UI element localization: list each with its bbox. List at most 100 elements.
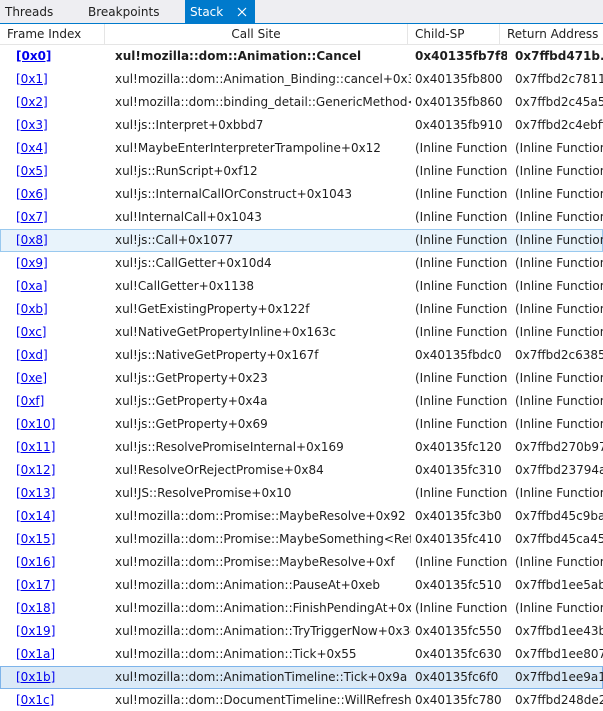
stack-frame-row[interactable]: [0x18] xul!mozilla::dom::Animation::Finis… <box>0 597 603 620</box>
frame-index-link[interactable]: [0x3] <box>16 115 106 136</box>
tab-threads-label: Threads <box>5 5 54 19</box>
stack-frame-row[interactable]: [0x7] xul!InternalCall+0x1043 (Inline Func… <box>0 206 603 229</box>
return-address: 0x7ffbd2c4ebff <box>515 118 603 132</box>
return-address: (Inline Function) <box>515 394 603 408</box>
stack-frame-row[interactable]: [0x1a] xul!mozilla::dom::Animation::Tick+… <box>0 643 603 666</box>
call-site: xul!mozilla::dom::AnimationTimeline::Tic… <box>115 670 408 684</box>
call-site: xul!mozilla::dom::Promise::MaybeSomethin… <box>115 532 411 546</box>
stack-frame-row[interactable]: [0xb] xul!GetExistingProperty+0x122f (Inli… <box>0 298 603 321</box>
call-site: xul!js::Call+0x1077 <box>115 233 234 247</box>
stack-frame-row[interactable]: [0x6] xul!js::InternalCallOrConstruct+0x1… <box>0 183 603 206</box>
stack-frame-row[interactable]: [0x17] xul!mozilla::dom::Animation::Pause… <box>0 574 603 597</box>
return-address: (Inline Function) <box>515 417 603 431</box>
child-sp: 0x40135fb7f8 <box>415 49 507 63</box>
stack-frame-row[interactable]: [0x4] xul!MaybeEnterInterpreterTrampoline… <box>0 137 603 160</box>
child-sp: (Inline Function) <box>415 279 507 293</box>
return-address: (Inline Function) <box>515 141 603 155</box>
stack-frame-row[interactable]: [0x0] xul!mozilla::dom::Animation::Cancel… <box>0 45 603 68</box>
return-address: 0x7ffbd1ee9a18 <box>515 670 603 684</box>
return-address: (Inline Function) <box>515 187 603 201</box>
stack-frame-row[interactable]: [0x8] xul!js::Call+0x1077 (Inline Function… <box>0 229 603 252</box>
frame-index-link[interactable]: [0x16] <box>16 552 106 573</box>
call-site: xul!mozilla::dom::Animation::Tick+0x55 <box>115 647 357 661</box>
frame-index-link[interactable]: [0x18] <box>16 598 106 619</box>
column-header-frame-index[interactable]: Frame Index <box>0 24 105 45</box>
frame-index-link[interactable]: [0x0] <box>16 46 106 67</box>
frame-index-link[interactable]: [0xc] <box>16 322 106 343</box>
child-sp: (Inline Function) <box>415 371 507 385</box>
frame-index-link[interactable]: [0x15] <box>16 529 106 550</box>
child-sp: 0x40135fbdc0 <box>415 348 502 362</box>
stack-frame-row[interactable]: [0x1b] xul!mozilla::dom::AnimationTimelin… <box>0 666 603 689</box>
child-sp: 0x40135fc3b0 <box>415 509 502 523</box>
child-sp: (Inline Function) <box>415 233 507 247</box>
stack-frame-row[interactable]: [0x15] xul!mozilla::dom::Promise::MaybeSo… <box>0 528 603 551</box>
call-site: xul!js::GetProperty+0x23 <box>115 371 268 385</box>
stack-frame-row[interactable]: [0xf] xul!js::GetProperty+0x4a (Inline Fun… <box>0 390 603 413</box>
stack-frame-row[interactable]: [0x9] xul!js::CallGetter+0x10d4 (Inline Fu… <box>0 252 603 275</box>
column-header-child-sp[interactable]: Child-SP <box>408 24 500 45</box>
tab-stack[interactable]: Stack <box>185 0 255 24</box>
frame-index-link[interactable]: [0x4] <box>16 138 106 159</box>
frame-index-link[interactable]: [0x9] <box>16 253 106 274</box>
frame-index-link[interactable]: [0x2] <box>16 92 106 113</box>
frame-index-link[interactable]: [0x5] <box>16 161 106 182</box>
frame-index-link[interactable]: [0x7] <box>16 207 106 228</box>
stack-frame-row[interactable]: [0x1] xul!mozilla::dom::Animation_Binding… <box>0 68 603 91</box>
tab-threads[interactable]: Threads <box>0 0 80 24</box>
frame-index-link[interactable]: [0xe] <box>16 368 106 389</box>
child-sp: (Inline Function) <box>415 417 507 431</box>
stack-frame-row[interactable]: [0x12] xul!ResolveOrRejectPromise+0x84 0x4… <box>0 459 603 482</box>
child-sp: 0x40135fc410 <box>415 532 502 546</box>
stack-frame-row[interactable]: [0xc] xul!NativeGetPropertyInline+0x163c (… <box>0 321 603 344</box>
frame-index-link[interactable]: [0x14] <box>16 506 106 527</box>
return-address: 0x7ffbd2c63859 <box>515 348 603 362</box>
stack-frame-row[interactable]: [0xd] xul!js::NativeGetProperty+0x167f 0x4… <box>0 344 603 367</box>
frame-index-link[interactable]: [0x13] <box>16 483 106 504</box>
child-sp: (Inline Function) <box>415 187 507 201</box>
tab-breakpoints[interactable]: Breakpoints <box>83 0 183 24</box>
stack-frame-row[interactable]: [0xa] xul!CallGetter+0x1138 (Inline Functi… <box>0 275 603 298</box>
return-address: (Inline Function) <box>515 325 603 339</box>
stack-frame-row[interactable]: [0x5] xul!js::RunScript+0xf12 (Inline Func… <box>0 160 603 183</box>
frame-index-link[interactable]: [0xd] <box>16 345 106 366</box>
stack-frame-row[interactable]: [0x19] xul!mozilla::dom::Animation::TryTr… <box>0 620 603 643</box>
frame-index-link[interactable]: [0x8] <box>16 230 106 251</box>
child-sp: 0x40135fc510 <box>415 578 502 592</box>
call-site: xul!mozilla::dom::binding_detail::Generi… <box>115 95 411 109</box>
stack-frame-row[interactable]: [0x13] xul!JS::ResolvePromise+0x10 (Inline… <box>0 482 603 505</box>
frame-index-link[interactable]: [0xf] <box>16 391 106 412</box>
child-sp: (Inline Function) <box>415 325 507 339</box>
child-sp: (Inline Function) <box>415 555 507 569</box>
close-icon[interactable] <box>235 0 249 24</box>
frame-index-link[interactable]: [0x1a] <box>16 644 106 665</box>
frame-index-link[interactable]: [0x19] <box>16 621 106 642</box>
frame-index-link[interactable]: [0x1b] <box>16 667 106 688</box>
call-site: xul!js::Interpret+0xbbd7 <box>115 118 264 132</box>
frame-index-link[interactable]: [0x12] <box>16 460 106 481</box>
stack-frame-row[interactable]: [0x11] xul!js::ResolvePromiseInternal+0x1… <box>0 436 603 459</box>
stack-frame-row[interactable]: [0x3] xul!js::Interpret+0xbbd7 0x40135fb91… <box>0 114 603 137</box>
stack-frame-row[interactable]: [0x1c] xul!mozilla::dom::DocumentTimeline… <box>0 689 603 711</box>
frame-index-link[interactable]: [0xa] <box>16 276 106 297</box>
column-header-return-address[interactable]: Return Address <box>500 24 603 45</box>
stack-frame-row[interactable]: [0x16] xul!mozilla::dom::Promise::MaybeRe… <box>0 551 603 574</box>
frame-index-link[interactable]: [0x10] <box>16 414 106 435</box>
child-sp: (Inline Function) <box>415 141 507 155</box>
frame-index-link[interactable]: [0x17] <box>16 575 106 596</box>
call-site: xul!mozilla::dom::Promise::MaybeResolve+… <box>115 555 395 569</box>
column-header-call-site[interactable]: Call Site <box>105 24 408 45</box>
return-address: (Inline Function) <box>515 486 603 500</box>
tab-breakpoints-label: Breakpoints <box>88 5 160 19</box>
stack-frame-row[interactable]: [0x14] xul!mozilla::dom::Promise::MaybeRe… <box>0 505 603 528</box>
stack-frame-row[interactable]: [0x10] xul!js::GetProperty+0x69 (Inline Fu… <box>0 413 603 436</box>
stack-frame-row[interactable]: [0x2] xul!mozilla::dom::binding_detail::G… <box>0 91 603 114</box>
frame-index-link[interactable]: [0x11] <box>16 437 106 458</box>
frame-index-link[interactable]: [0x6] <box>16 184 106 205</box>
call-site: xul!mozilla::dom::Promise::MaybeResolve+… <box>115 509 406 523</box>
child-sp: (Inline Function) <box>415 601 507 615</box>
stack-frame-row[interactable]: [0xe] xul!js::GetProperty+0x23 (Inline Fun… <box>0 367 603 390</box>
frame-index-link[interactable]: [0x1c] <box>16 690 106 711</box>
frame-index-link[interactable]: [0xb] <box>16 299 106 320</box>
frame-index-link[interactable]: [0x1] <box>16 69 106 90</box>
